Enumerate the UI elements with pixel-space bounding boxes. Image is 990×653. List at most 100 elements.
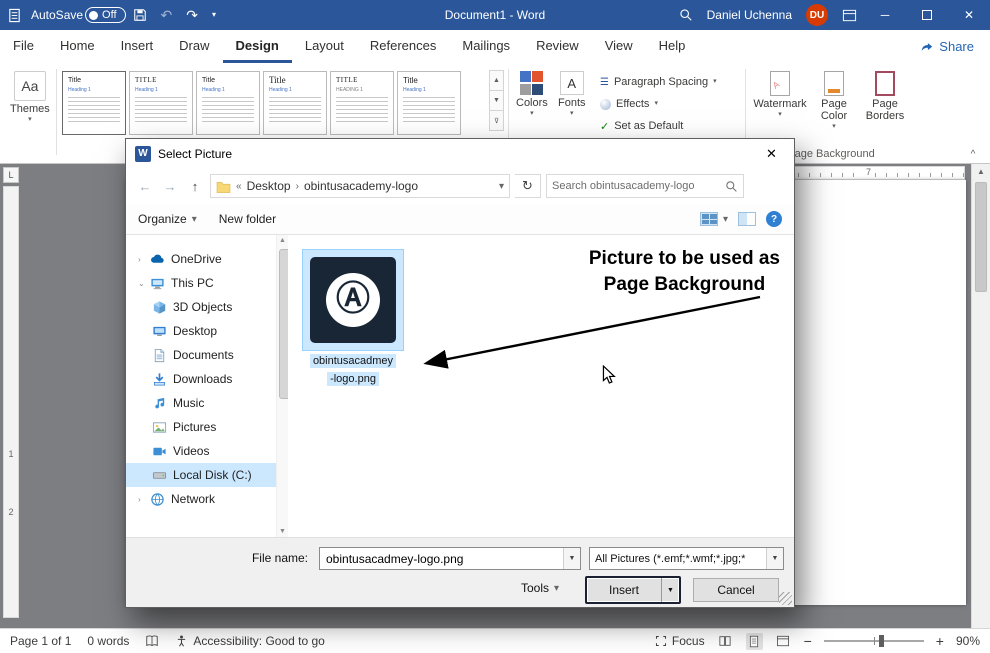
style-set-item[interactable]: TITLE HEADING 1 — [330, 71, 394, 135]
zoom-slider-thumb[interactable] — [879, 635, 884, 647]
zoom-in-button[interactable]: + — [936, 633, 944, 649]
sidebar-item-3d-objects[interactable]: 3D Objects — [126, 295, 276, 319]
app-icon[interactable] — [0, 0, 29, 30]
fonts-button[interactable]: A Fonts ▾ — [558, 71, 586, 117]
scrollbar-thumb[interactable] — [975, 182, 987, 292]
word-count-indicator[interactable]: 0 words — [87, 634, 129, 648]
sidebar-item-local-disk-c[interactable]: Local Disk (C:) — [126, 463, 276, 487]
file-list-area[interactable]: Ⓐ obintusacadmey -logo.png Picture to be… — [288, 235, 794, 537]
breadcrumb-overflow-icon[interactable]: « — [236, 181, 242, 192]
sidebar-item-this-pc[interactable]: ⌄ This PC — [126, 271, 276, 295]
cancel-button[interactable]: Cancel — [693, 578, 779, 602]
refresh-button[interactable]: ↻ — [515, 174, 541, 198]
file-type-dropdown[interactable]: All Pictures (*.emf;*.wmf;*.jpg;* ▼ — [589, 547, 784, 570]
style-set-item[interactable]: Title Heading 1 — [62, 71, 126, 135]
tab-home[interactable]: Home — [47, 30, 108, 63]
effects-button[interactable]: Effects ▾ — [600, 94, 658, 114]
print-layout-button[interactable] — [746, 633, 763, 650]
tab-file[interactable]: File — [0, 30, 47, 63]
gallery-more-button[interactable]: ⊽ — [489, 110, 504, 131]
gallery-scroll-down-button[interactable]: ▼ — [489, 90, 504, 111]
expander-icon[interactable]: ⌄ — [138, 279, 146, 288]
sidebar-item-pictures[interactable]: Pictures — [126, 415, 276, 439]
tab-references[interactable]: References — [357, 30, 449, 63]
tools-button[interactable]: Tools ▾ — [521, 581, 559, 595]
tab-design[interactable]: Design — [223, 30, 292, 63]
save-button[interactable] — [126, 0, 154, 30]
sidebar-item-documents[interactable]: Documents — [126, 343, 276, 367]
colors-button[interactable]: Colors ▾ — [516, 71, 548, 117]
user-name[interactable]: Daniel Uchenna — [700, 0, 799, 30]
watermark-button[interactable]: A Watermark ▾ — [754, 71, 806, 118]
style-set-item[interactable]: Title Heading 1 — [263, 71, 327, 135]
page-color-button[interactable]: Page Color ▾ — [812, 71, 856, 130]
zoom-out-button[interactable]: − — [804, 633, 812, 649]
autosave-toggle[interactable]: Off — [85, 7, 125, 23]
scroll-up-icon[interactable]: ▲ — [277, 237, 288, 244]
sidebar-item-desktop[interactable]: Desktop — [126, 319, 276, 343]
vertical-scrollbar[interactable]: ▲ — [971, 164, 990, 628]
breadcrumb[interactable]: « Desktop › obintusacademy-logo ▾ — [210, 174, 510, 198]
page-borders-button[interactable]: Page Borders — [862, 71, 908, 122]
expander-icon[interactable]: › — [138, 495, 146, 504]
undo-button[interactable]: ↶ — [154, 0, 180, 30]
minimize-button[interactable]: ─ — [864, 0, 906, 30]
focus-mode-button[interactable]: Focus — [655, 634, 705, 648]
sidebar-item-onedrive[interactable]: › OneDrive — [126, 247, 276, 271]
vertical-ruler[interactable]: 1 2 — [3, 186, 19, 618]
insert-split-button[interactable]: Insert ▼ — [585, 576, 681, 604]
ribbon-display-options-button[interactable] — [835, 0, 864, 30]
search-button[interactable] — [672, 0, 700, 30]
sidebar-item-videos[interactable]: Videos — [126, 439, 276, 463]
tab-review[interactable]: Review — [523, 30, 592, 63]
collapse-ribbon-button[interactable]: ^ — [964, 147, 982, 162]
tab-draw[interactable]: Draw — [166, 30, 222, 63]
tab-view[interactable]: View — [592, 30, 646, 63]
close-button[interactable]: ✕ — [948, 0, 990, 30]
resize-grip[interactable] — [779, 592, 792, 605]
insert-button[interactable]: Insert — [587, 578, 661, 602]
tab-insert[interactable]: Insert — [108, 30, 167, 63]
set-as-default-button[interactable]: ✓ Set as Default — [600, 116, 683, 136]
tab-help[interactable]: Help — [646, 30, 699, 63]
tab-mailings[interactable]: Mailings — [449, 30, 523, 63]
breadcrumb-folder[interactable]: obintusacademy-logo — [304, 179, 418, 193]
navigation-pane-scrollbar[interactable]: ▲ ▼ — [276, 235, 288, 537]
file-item-logo[interactable]: Ⓐ obintusacadmey -logo.png — [300, 249, 406, 387]
sidebar-item-downloads[interactable]: Downloads — [126, 367, 276, 391]
sidebar-item-network[interactable]: › Network — [126, 487, 276, 511]
accessibility-checker[interactable]: Accessibility: Good to go — [175, 634, 324, 648]
web-layout-button[interactable] — [775, 633, 792, 650]
share-button[interactable]: Share — [904, 30, 990, 63]
read-mode-button[interactable] — [717, 633, 734, 650]
combo-dropdown-button[interactable]: ▼ — [563, 548, 580, 569]
expander-icon[interactable]: › — [138, 255, 146, 264]
tab-selector[interactable]: L — [3, 167, 19, 183]
dialog-close-button[interactable]: ✕ — [749, 139, 794, 168]
gallery-scroll-up-button[interactable]: ▲ — [489, 70, 504, 91]
back-button[interactable]: ← — [135, 179, 155, 194]
quick-access-menu-button[interactable]: ▾ — [205, 0, 223, 30]
scroll-up-icon[interactable]: ▲ — [972, 164, 990, 176]
organize-button[interactable]: Organize ▾ — [138, 212, 197, 226]
page-number-indicator[interactable]: Page 1 of 1 — [10, 634, 71, 648]
new-folder-button[interactable]: New folder — [219, 212, 276, 226]
forward-button[interactable]: → — [160, 179, 180, 194]
preview-pane-button[interactable] — [738, 212, 756, 226]
search-input[interactable] — [552, 180, 725, 192]
style-set-item[interactable]: TITLE Heading 1 — [129, 71, 193, 135]
chevron-down-icon[interactable]: ▾ — [499, 181, 504, 192]
file-name-input[interactable] — [320, 548, 563, 569]
scroll-down-icon[interactable]: ▼ — [277, 528, 288, 535]
zoom-level[interactable]: 90% — [956, 634, 980, 648]
account-button[interactable]: DU — [799, 0, 835, 30]
up-button[interactable]: ↑ — [185, 179, 205, 194]
tab-layout[interactable]: Layout — [292, 30, 357, 63]
style-set-item[interactable]: Title Heading 1 — [196, 71, 260, 135]
themes-button[interactable]: Aa Themes ▾ — [10, 71, 50, 123]
insert-dropdown-button[interactable]: ▼ — [661, 578, 679, 602]
breadcrumb-desktop[interactable]: Desktop — [247, 179, 291, 193]
maximize-button[interactable] — [906, 0, 948, 30]
combo-dropdown-button[interactable]: ▼ — [766, 548, 783, 569]
paragraph-spacing-button[interactable]: ☰ Paragraph Spacing ▾ — [600, 72, 717, 92]
